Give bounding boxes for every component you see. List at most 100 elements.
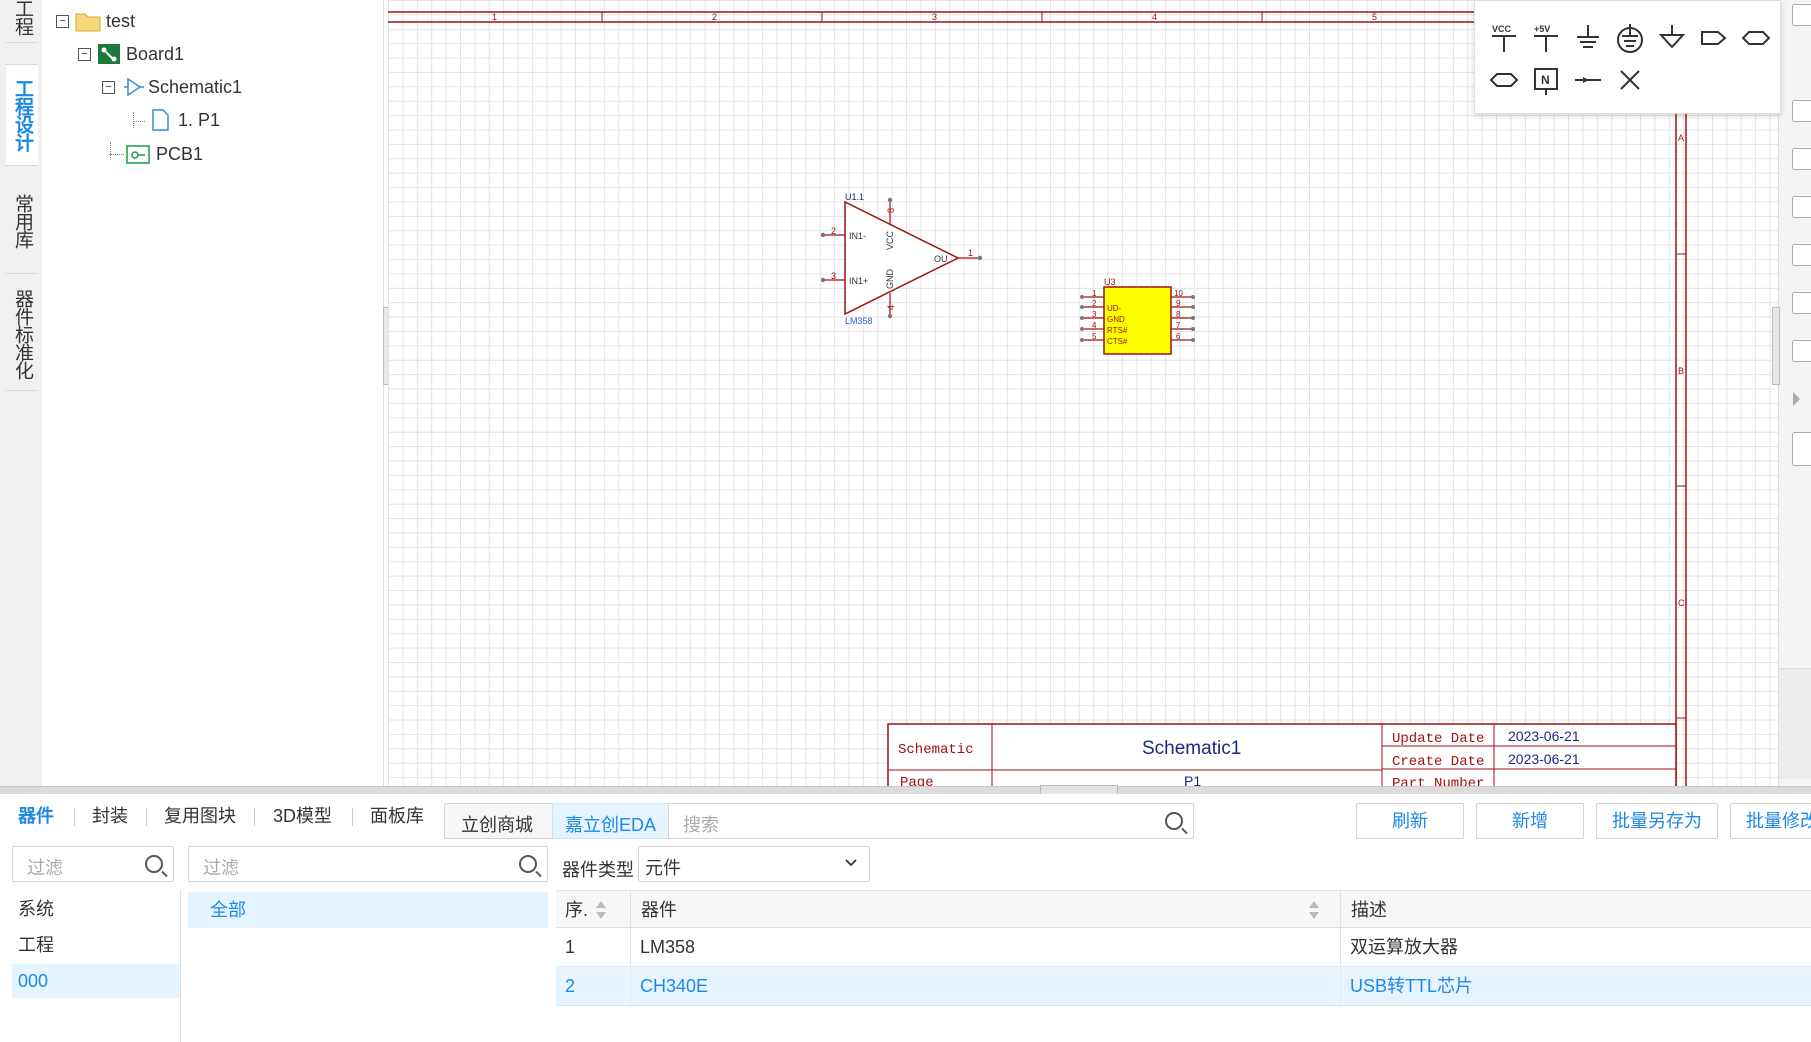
lib-tab-footprints[interactable]: 封装 xyxy=(92,794,128,838)
board-icon xyxy=(98,44,120,64)
chevron-right-icon[interactable] xyxy=(1793,392,1800,406)
side-tab-project[interactable]: 工程 xyxy=(6,0,38,43)
batch-modify-button[interactable]: 批量修改 xyxy=(1730,803,1811,839)
power-symbol-toolbar: VCC +5V N xyxy=(1474,0,1781,114)
sort-icon[interactable] xyxy=(1309,901,1319,919)
no-connect-icon[interactable] xyxy=(1613,63,1647,97)
pcb-icon xyxy=(126,145,150,164)
right-checkbox[interactable] xyxy=(1792,244,1811,266)
source-tab-jlceda[interactable]: 嘉立创EDA xyxy=(552,803,670,839)
lib-tab-3d-models[interactable]: 3D模型 xyxy=(273,794,332,838)
opamp-pin-2: 2 xyxy=(831,226,836,236)
right-input[interactable] xyxy=(1792,432,1811,466)
table-header-device[interactable]: 器件 xyxy=(630,890,1340,928)
chip-pin-4: 4 xyxy=(1092,321,1097,330)
group-filter-input[interactable]: 过滤 xyxy=(188,846,548,882)
signal-ground-icon[interactable] xyxy=(1655,21,1689,55)
search-icon[interactable] xyxy=(1165,812,1183,830)
right-panel-splitter-handle[interactable] xyxy=(1772,307,1780,385)
collapse-icon[interactable]: − xyxy=(102,80,115,94)
chip-label-cts: CTS# xyxy=(1107,337,1128,346)
side-tab-common-library[interactable]: 常用库 xyxy=(6,168,38,274)
collapse-icon[interactable]: − xyxy=(56,14,69,28)
net-label-dot-icon[interactable] xyxy=(1571,63,1605,97)
table-row-selected[interactable]: 2 CH340E USB转TTL芯片 xyxy=(556,967,1811,1006)
title-block-page-value: P1 xyxy=(1184,773,1201,786)
tree-item-schematic[interactable]: − Schematic1 xyxy=(102,73,242,101)
right-checkbox[interactable] xyxy=(1792,196,1811,218)
category-000[interactable]: 000 xyxy=(12,964,180,998)
library-search-input[interactable]: 搜索 xyxy=(668,803,1194,839)
add-button[interactable]: 新增 xyxy=(1476,803,1584,839)
sort-icon[interactable] xyxy=(596,901,606,919)
lib-tab-reuse-blocks[interactable]: 复用图块 xyxy=(164,794,236,838)
title-block-schematic-label: Schematic xyxy=(898,742,974,758)
search-icon[interactable] xyxy=(519,855,537,873)
tree-item-pcb[interactable]: PCB1 xyxy=(126,140,203,168)
device-type-label: 器件类型 xyxy=(562,860,634,880)
side-tab-project-design[interactable]: 工程设计 xyxy=(6,64,38,166)
right-properties-strip xyxy=(1778,0,1811,786)
tree-schematic-label: Schematic1 xyxy=(148,76,243,97)
title-block-create-label: Create Date xyxy=(1392,754,1484,770)
opamp-component[interactable]: U1.1 LM358 2 3 8 4 1 IN1- IN1+ VCC GND O… xyxy=(820,192,983,326)
earth-ground-icon[interactable] xyxy=(1613,21,1647,55)
chip-pin-2: 2 xyxy=(1092,299,1097,308)
vcc-symbol-icon[interactable]: VCC xyxy=(1487,21,1521,55)
tree-project-label: test xyxy=(106,10,136,31)
right-checkbox[interactable] xyxy=(1792,148,1811,170)
opamp-label-gnd: GND xyxy=(885,269,895,290)
library-panel: 器件 封装 复用图块 3D模型 面板库 立创商城 嘉立创EDA 搜索 刷新 新增… xyxy=(0,794,1811,1042)
chip-component[interactable]: U3 1 2 3 4 5 10 9 8 7 6 UD- GND RTS# CTS… xyxy=(1080,277,1195,355)
ruler-letter-c: C xyxy=(1678,598,1685,608)
opamp-pin-8: 8 xyxy=(886,208,896,213)
tree-item-page[interactable]: 1. P1 xyxy=(150,106,220,134)
row-device-name: CH340E xyxy=(640,976,709,996)
right-checkbox[interactable] xyxy=(1792,292,1811,314)
table-header-description[interactable]: 描述 xyxy=(1340,890,1811,928)
right-checkbox[interactable] xyxy=(1792,340,1811,362)
group-all[interactable]: 全部 xyxy=(188,892,548,928)
refresh-button[interactable]: 刷新 xyxy=(1356,803,1464,839)
folder-icon xyxy=(75,13,101,32)
tree-item-board[interactable]: − Board1 xyxy=(78,40,184,68)
category-system[interactable]: 系统 xyxy=(12,892,180,926)
row-index: 2 xyxy=(565,976,576,996)
opamp-designator: U1.1 xyxy=(845,192,864,202)
chevron-down-icon xyxy=(845,859,857,867)
title-block: Schematic Schematic1 Update Date 2023-06… xyxy=(887,723,1677,786)
search-icon[interactable] xyxy=(145,855,163,873)
lib-tab-devices[interactable]: 器件 xyxy=(18,794,54,838)
right-strip-controls[interactable] xyxy=(1779,668,1811,779)
row-index: 1 xyxy=(565,937,576,957)
chip-pin-9: 9 xyxy=(1176,299,1181,308)
title-block-create-value: 2023-06-21 xyxy=(1508,751,1580,767)
title-block-page-label: Page xyxy=(900,775,934,786)
tree-item-project[interactable]: − test xyxy=(56,7,135,35)
opamp-label-in-minus: IN1- xyxy=(849,231,866,241)
table-row[interactable]: 1 LM358 双运算放大器 xyxy=(556,928,1811,967)
plus-5v-symbol-icon[interactable]: +5V xyxy=(1529,21,1563,55)
table-header-index[interactable]: 序. xyxy=(556,890,630,928)
batch-save-as-button[interactable]: 批量另存为 xyxy=(1596,803,1718,839)
net-port-bidirectional-icon[interactable] xyxy=(1739,21,1773,55)
opamp-pin-4: 4 xyxy=(886,305,896,310)
row-device-name: LM358 xyxy=(640,937,696,957)
svg-text:VCC: VCC xyxy=(1492,24,1512,34)
source-tab-lcsc[interactable]: 立创商城 xyxy=(444,803,554,839)
category-filter-input[interactable]: 过滤 xyxy=(12,846,174,882)
ruler-letter-a: A xyxy=(1678,133,1684,143)
side-tab-device-standardization[interactable]: 器件标准化 xyxy=(6,278,38,391)
ground-icon[interactable] xyxy=(1571,21,1605,55)
right-checkbox[interactable] xyxy=(1792,100,1811,122)
netport-n-icon[interactable]: N xyxy=(1529,63,1563,97)
schematic-canvas[interactable]: 1 2 3 4 5 A B C U1.1 LM358 2 3 8 4 1 IN1… xyxy=(388,0,1778,786)
net-port-in-icon[interactable] xyxy=(1487,63,1521,97)
lib-tab-panel-library[interactable]: 面板库 xyxy=(370,794,424,838)
net-port-out-icon[interactable] xyxy=(1697,21,1731,55)
device-type-select[interactable]: 元件 xyxy=(638,846,870,882)
category-project[interactable]: 工程 xyxy=(12,928,180,962)
right-checkbox[interactable] xyxy=(1792,4,1811,26)
opamp-pin-3: 3 xyxy=(831,271,836,281)
collapse-icon[interactable]: − xyxy=(78,47,91,61)
